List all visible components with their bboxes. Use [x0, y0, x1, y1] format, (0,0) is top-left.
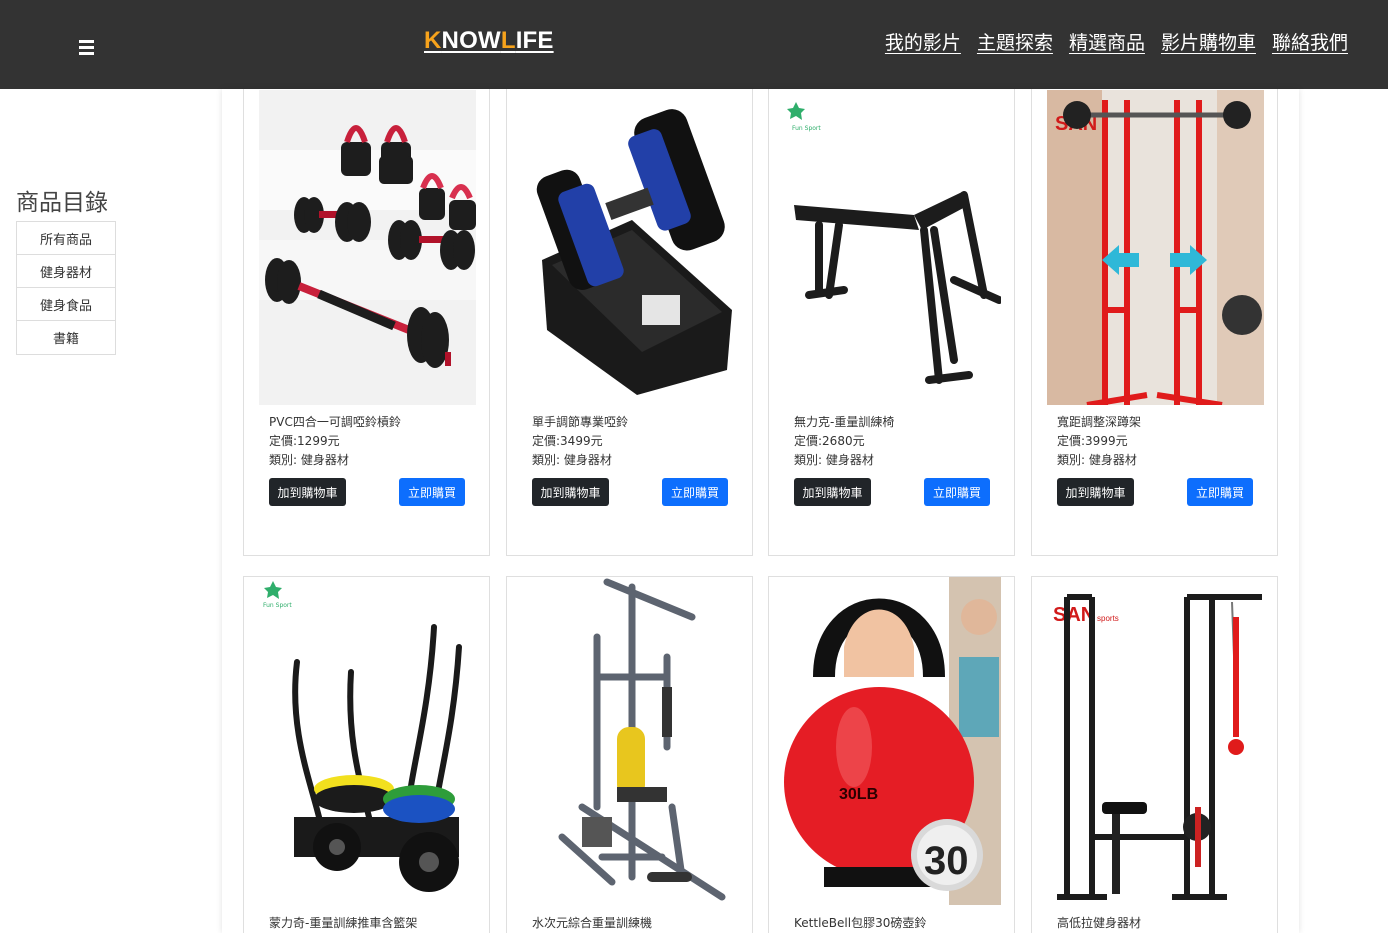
product-image-squat-rack[interactable]: SAN: [1047, 90, 1264, 405]
product-name[interactable]: 單手調節專業啞鈴: [532, 413, 628, 432]
catalog-item-fitness-equipment[interactable]: 健身器材: [17, 255, 115, 288]
product-category: 類別: 健身器材: [269, 453, 349, 467]
product-name[interactable]: 水次元綜合重量訓練機: [532, 914, 652, 933]
product-name[interactable]: 寬距調整深蹲架: [1057, 413, 1141, 432]
add-to-cart-button[interactable]: 加到購物車: [532, 478, 609, 506]
nav-featured-products[interactable]: 精選商品: [1069, 28, 1145, 55]
product-image-dumbbell-set[interactable]: [259, 90, 476, 405]
buy-now-button[interactable]: 立即購買: [1187, 478, 1253, 506]
add-to-cart-button[interactable]: 加到購物車: [1057, 478, 1134, 506]
product-name[interactable]: KettleBell包膠30磅壺鈴: [794, 914, 926, 933]
kettlebell-weight-label: 30LB: [839, 786, 878, 803]
product-image-kettlebell[interactable]: 30LB 30: [784, 577, 1001, 905]
product-image-lat-pulldown[interactable]: SAN sports: [1047, 577, 1264, 905]
catalog-list: 所有商品 健身器材 健身食品 書籍: [16, 221, 116, 355]
product-card: SAN sports 高低拉健身器材: [1031, 576, 1278, 933]
product-name[interactable]: 高低拉健身器材: [1057, 914, 1141, 933]
product-card: Fun Sport 蒙力奇-重量訓練推車含籃架: [243, 576, 490, 933]
product-price: 定價:1299元: [269, 434, 340, 448]
product-image-home-gym[interactable]: [522, 577, 739, 905]
kettlebell-badge-label: 30: [924, 839, 969, 883]
nav-contact-us[interactable]: 聯絡我們: [1272, 28, 1348, 55]
catalog-item-books[interactable]: 書籍: [17, 321, 115, 354]
buy-now-button[interactable]: 立即購買: [399, 478, 465, 506]
product-category: 類別: 健身器材: [1057, 453, 1137, 467]
catalog-item-all[interactable]: 所有商品: [17, 222, 115, 255]
product-name[interactable]: 蒙力奇-重量訓練推車含籃架: [269, 914, 417, 933]
product-image-adjustable-dumbbell[interactable]: [522, 90, 739, 405]
nav-video-cart[interactable]: 影片購物車: [1161, 28, 1256, 55]
product-price: 定價:3999元: [1057, 434, 1128, 448]
product-card: Fun Sport 無力克-重量訓練椅 定價:2680元 類別: 健身器材 加到…: [768, 89, 1015, 556]
product-category: 類別: 健身器材: [794, 453, 874, 467]
add-to-cart-button[interactable]: 加到購物車: [794, 478, 871, 506]
nav-topic-explore[interactable]: 主題探索: [977, 28, 1053, 55]
nav-my-videos[interactable]: 我的影片: [885, 28, 961, 55]
brand-subtext: sports: [1097, 614, 1119, 623]
catalog-item-fitness-food[interactable]: 健身食品: [17, 288, 115, 321]
top-navbar: KNOWLIFE 我的影片 主題探索 精選商品 影片購物車 聯絡我們: [0, 0, 1388, 89]
product-price: 定價:2680元: [794, 434, 865, 448]
product-card: SAN 寬距調整深蹲架 定價:3999元 類別: 健身器材 加: [1031, 89, 1278, 556]
product-grid-panel: PVC四合一可調啞鈴槓鈴 定價:1299元 類別: 健身器材 加到購物車 立即購…: [222, 89, 1299, 933]
buy-now-button[interactable]: 立即購買: [924, 478, 990, 506]
brand-text: SAN: [1053, 604, 1095, 626]
site-logo[interactable]: KNOWLIFE: [424, 27, 554, 55]
product-image-weight-bench[interactable]: Fun Sport: [784, 90, 1001, 405]
product-name[interactable]: PVC四合一可調啞鈴槓鈴: [269, 413, 401, 432]
product-card: PVC四合一可調啞鈴槓鈴 定價:1299元 類別: 健身器材 加到購物車 立即購…: [243, 89, 490, 556]
catalog-title: 商品目錄: [16, 190, 108, 216]
product-image-weight-sled[interactable]: Fun Sport: [259, 577, 476, 905]
main-nav: 我的影片 主題探索 精選商品 影片購物車 聯絡我們: [885, 28, 1348, 55]
hamburger-menu-icon[interactable]: [76, 34, 98, 58]
add-to-cart-button[interactable]: 加到購物車: [269, 478, 346, 506]
svg-text:Fun Sport: Fun Sport: [263, 602, 292, 609]
product-card: 單手調節專業啞鈴 定價:3499元 類別: 健身器材 加到購物車 立即購買: [506, 89, 753, 556]
buy-now-button[interactable]: 立即購買: [662, 478, 728, 506]
product-name[interactable]: 無力克-重量訓練椅: [794, 413, 894, 432]
product-category: 類別: 健身器材: [532, 453, 612, 467]
product-price: 定價:3499元: [532, 434, 603, 448]
svg-text:Fun Sport: Fun Sport: [792, 125, 821, 132]
product-card: 水次元綜合重量訓練機: [506, 576, 753, 933]
product-card: 30LB 30 KettleBell包膠30磅壺鈴: [768, 576, 1015, 933]
